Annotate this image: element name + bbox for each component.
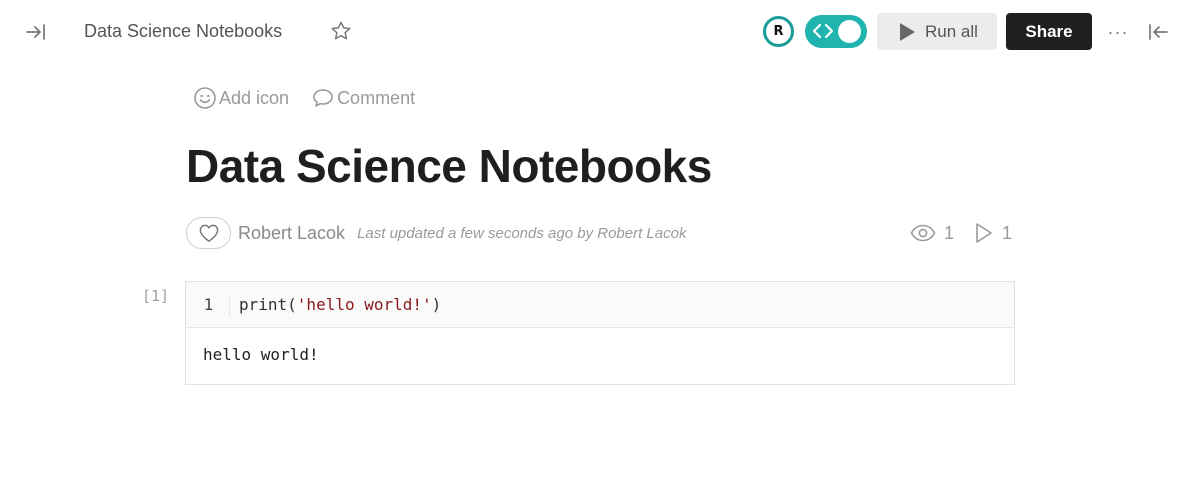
doc-header-actions: Add icon Comment (193, 86, 415, 110)
code-close: ) (431, 295, 442, 314)
like-button[interactable] (186, 217, 231, 249)
doc-stats: 1 1 (910, 220, 1012, 246)
code-visibility-toggle[interactable] (805, 15, 867, 48)
top-bar: Data Science Notebooks R Run all Share ·… (0, 0, 1200, 62)
code-string: 'hello world!' (296, 295, 432, 314)
runs-stat: 1 (974, 222, 1012, 244)
views-stat: 1 (910, 223, 954, 244)
user-avatar[interactable]: R (763, 16, 794, 47)
comment-button[interactable]: Comment (311, 87, 415, 109)
comment-label: Comment (337, 87, 416, 108)
views-count: 1 (944, 222, 955, 243)
collapse-sidebar-icon[interactable] (1146, 20, 1170, 44)
play-icon (900, 22, 915, 41)
expand-sidebar-icon[interactable] (24, 20, 48, 44)
code-cell[interactable]: 1 print('hello world!') hello world! (185, 281, 1015, 385)
more-options-icon[interactable]: ··· (1106, 20, 1130, 44)
page-title: Data Science Notebooks (186, 140, 712, 192)
author-name[interactable]: Robert Lacok (238, 223, 345, 244)
eye-icon (910, 224, 936, 242)
avatar-initial: R (773, 24, 784, 39)
run-all-button[interactable]: Run all (877, 13, 997, 50)
code-editor[interactable]: 1 print('hello world!') (186, 282, 1014, 328)
heart-icon (199, 224, 218, 242)
add-icon-button[interactable]: Add icon (193, 86, 289, 110)
doc-meta: Robert Lacok Last updated a few seconds … (186, 217, 686, 249)
run-all-label: Run all (925, 21, 978, 41)
smiley-icon (194, 87, 216, 109)
code-line[interactable]: print('hello world!') (239, 295, 441, 314)
line-number: 1 (186, 293, 230, 316)
code-function: print( (239, 295, 297, 314)
comment-icon (313, 89, 333, 107)
code-icon (812, 23, 834, 39)
runs-count: 1 (1002, 222, 1013, 243)
breadcrumb-title[interactable]: Data Science Notebooks (84, 19, 282, 43)
last-updated-text: Last updated a few seconds ago by Robert… (357, 224, 687, 242)
add-icon-label: Add icon (219, 87, 290, 108)
toggle-knob (838, 20, 861, 43)
cell-output: hello world! (203, 345, 319, 364)
execution-count: [1] (142, 287, 170, 305)
run-triangle-icon (976, 223, 992, 243)
share-button[interactable]: Share (1006, 13, 1092, 50)
star-icon[interactable] (329, 19, 353, 43)
